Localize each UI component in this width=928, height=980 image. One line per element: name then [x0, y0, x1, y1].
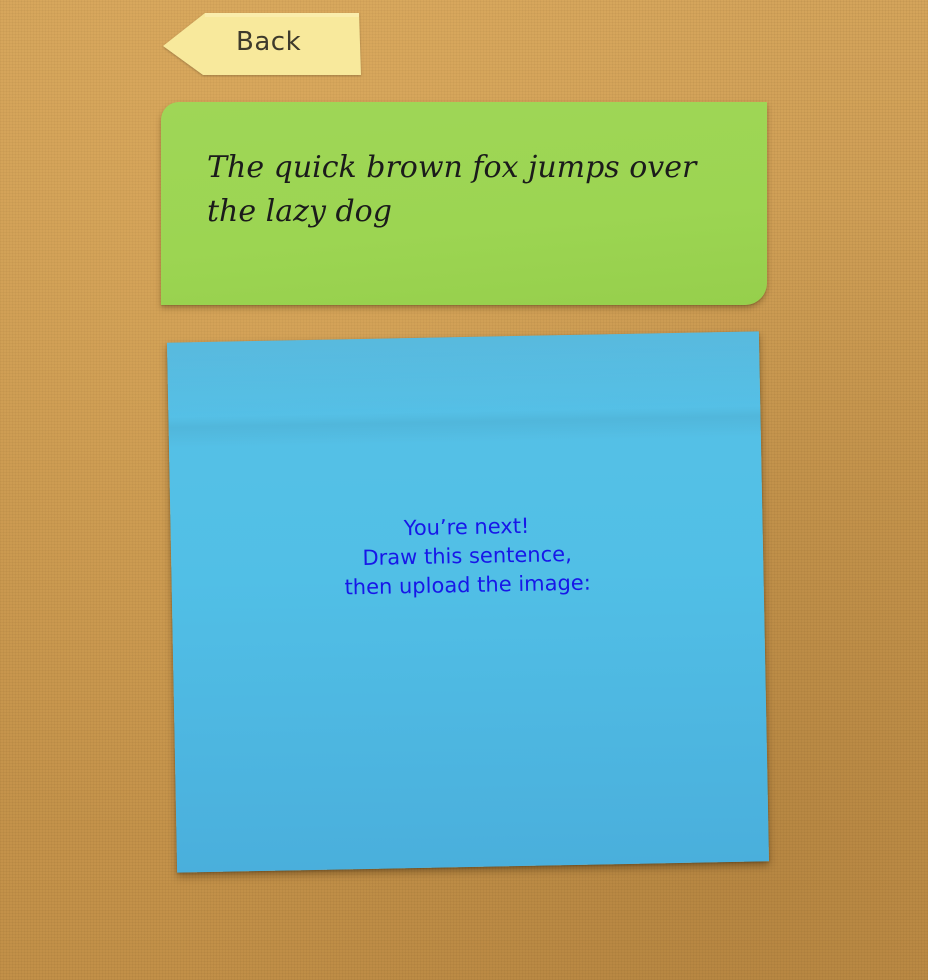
back-button-label: Back — [236, 27, 302, 57]
drawing-note: You’re next! Draw this sentence, then up… — [166, 331, 770, 873]
sentence-note: The quick brown fox jumps over the lazy … — [161, 102, 767, 305]
back-button[interactable]: Back — [163, 13, 361, 75]
sentence-text: The quick brown fox jumps over the lazy … — [207, 150, 697, 229]
drawing-prompt: You’re next! Draw this sentence, then up… — [170, 507, 764, 605]
